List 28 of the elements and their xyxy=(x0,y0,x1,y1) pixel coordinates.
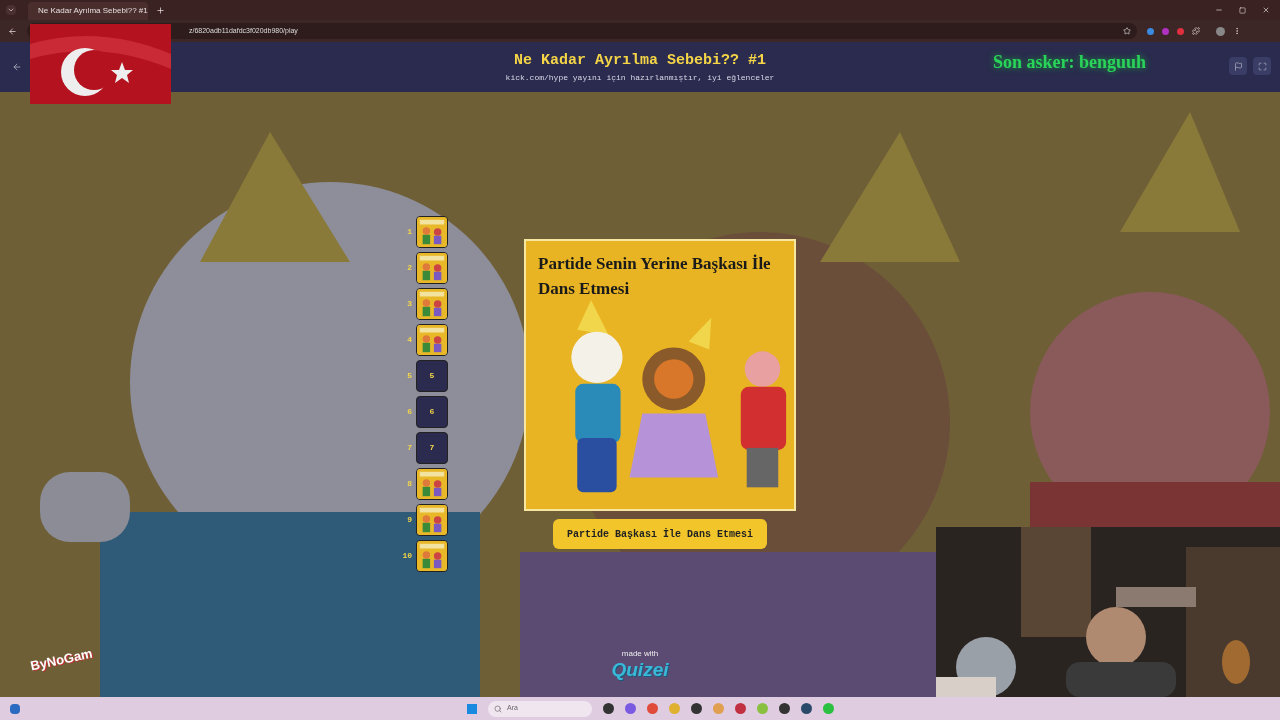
page-title: Ne Kadar Ayrılma Sebebi?? #1 xyxy=(513,50,766,71)
fullscreen-button[interactable] xyxy=(1253,57,1271,75)
page-subtitle: kick.com/hype yayını için hazırlanmıştır, iyi eğlenceler xyxy=(505,72,775,85)
app-icon[interactable] xyxy=(779,703,790,714)
report-button[interactable] xyxy=(1229,57,1247,75)
search-icon xyxy=(494,704,502,713)
widgets-icon[interactable] xyxy=(10,703,20,714)
avatar-icon[interactable] xyxy=(1216,26,1225,36)
close-icon[interactable] xyxy=(1262,6,1270,14)
tab-title: Ne Kadar Ayrılma Sebebi?? #1 xyxy=(38,5,148,17)
minimize-icon[interactable] xyxy=(1215,6,1223,14)
plus-icon[interactable] xyxy=(156,5,165,15)
back-icon[interactable] xyxy=(8,26,17,36)
chevron-down-icon[interactable] xyxy=(6,5,16,15)
last-asker-text: Son asker: benguuh xyxy=(993,51,1147,74)
app-icon[interactable] xyxy=(735,703,746,714)
app-icon[interactable] xyxy=(801,703,812,714)
app-icon[interactable] xyxy=(603,703,614,714)
restore-icon[interactable] xyxy=(1239,6,1246,14)
fullscreen-icon xyxy=(1257,61,1267,71)
star-icon[interactable] xyxy=(1123,27,1131,35)
start-icon[interactable] xyxy=(467,703,477,714)
back-icon[interactable] xyxy=(12,62,22,72)
browser-tab[interactable]: Ne Kadar Ayrılma Sebebi?? #1 xyxy=(28,2,148,20)
flag-icon xyxy=(1233,61,1243,71)
menu-icon[interactable] xyxy=(1233,27,1241,35)
puzzle-icon[interactable] xyxy=(1192,27,1200,35)
app-icon[interactable] xyxy=(691,703,702,714)
